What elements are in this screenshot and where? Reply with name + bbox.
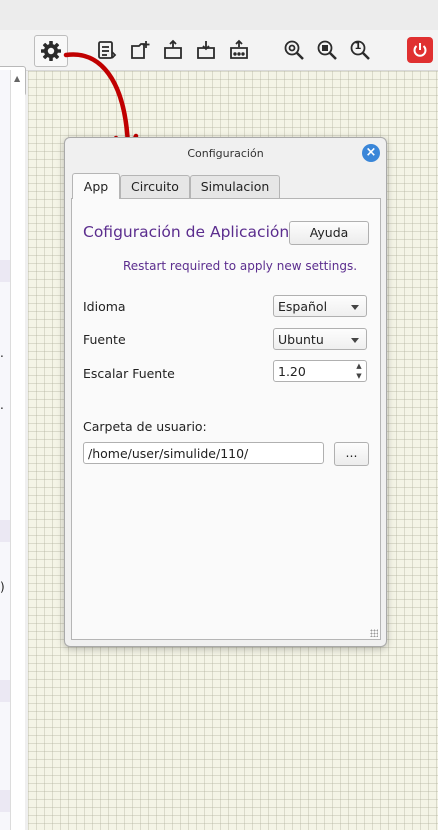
zoom-one-button[interactable]: 1 [346, 36, 374, 64]
gear-icon [40, 40, 62, 62]
help-button[interactable]: Ayuda [289, 221, 369, 245]
zoom-fit-button[interactable] [280, 36, 308, 64]
tab-circuito[interactable]: Circuito [120, 175, 190, 198]
font-label: Fuente [83, 332, 126, 347]
open-circuit-button[interactable] [159, 36, 187, 64]
zoom-fit-icon [283, 39, 305, 61]
tab-simulacion[interactable]: Simulacion [190, 175, 280, 198]
title-bar [0, 0, 438, 30]
list-item: . [0, 346, 4, 360]
spin-up-icon[interactable]: ▲ [354, 362, 364, 371]
resize-grip[interactable] [370, 629, 378, 637]
panel-scrollbar[interactable]: ▲ [10, 70, 25, 830]
main-toolbar: 1 [0, 30, 438, 96]
export-icon [228, 39, 250, 61]
file-list-button[interactable] [93, 36, 121, 64]
close-button[interactable]: × [362, 144, 380, 162]
settings-dialog: Configuración × App Circuito Simulacion … [64, 137, 387, 647]
browse-button[interactable]: ... [334, 442, 369, 466]
font-scale-label: Escalar Fuente [83, 366, 175, 381]
language-value: Español [278, 299, 328, 314]
zoom-selection-button[interactable] [313, 36, 341, 64]
settings-button[interactable] [34, 35, 68, 67]
new-circuit-button[interactable] [126, 36, 154, 64]
open-folder-icon [162, 39, 184, 61]
zoom-selection-icon [316, 39, 338, 61]
zoom-one-icon: 1 [349, 39, 371, 61]
tab-app[interactable]: App [72, 173, 120, 199]
user-folder-input[interactable]: /home/user/simulide/110/ [83, 442, 324, 464]
font-scale-value: 1.20 [278, 364, 306, 379]
font-select[interactable]: Ubuntu [273, 328, 367, 350]
file-list-icon [96, 39, 118, 61]
chevron-down-icon [351, 305, 359, 310]
close-icon: × [365, 145, 377, 160]
scroll-up-icon: ▲ [14, 74, 21, 83]
section-heading: Cofiguración de Aplicación [83, 223, 290, 241]
app-settings-panel: Cofiguración de Aplicación Ayuda Restart… [71, 198, 381, 640]
zoom-one-label: 1 [354, 41, 362, 52]
power-icon [411, 41, 429, 59]
save-icon [195, 39, 217, 61]
dialog-title: Configuración [187, 147, 264, 160]
save-circuit-button[interactable] [192, 36, 220, 64]
language-label: Idioma [83, 299, 126, 314]
export-button[interactable] [225, 36, 253, 64]
chevron-down-icon [351, 338, 359, 343]
new-file-icon [129, 39, 151, 61]
language-select[interactable]: Español [273, 295, 367, 317]
font-value: Ubuntu [278, 332, 324, 347]
user-folder-label: Carpeta de usuario: [83, 419, 207, 434]
power-button[interactable] [407, 37, 433, 63]
list-item: ) [0, 580, 5, 594]
spin-down-icon[interactable]: ▼ [354, 372, 364, 381]
font-scale-spinbox[interactable]: 1.20 ▲ ▼ [273, 360, 367, 382]
restart-note: Restart required to apply new settings. [122, 259, 358, 273]
list-item: . [0, 398, 4, 412]
